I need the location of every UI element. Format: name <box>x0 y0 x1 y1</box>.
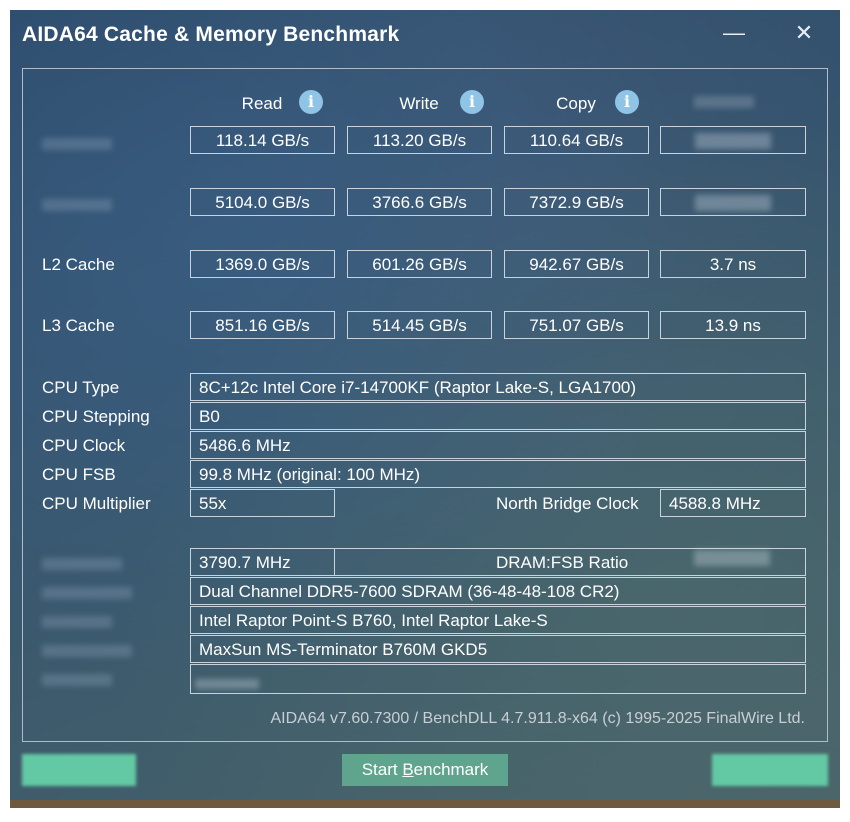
bios-value-redacted <box>190 664 806 694</box>
memory-row-label-redacted <box>42 138 112 150</box>
save-button-redacted[interactable] <box>22 754 136 786</box>
window-bottom-edge <box>10 800 840 808</box>
motherboard-value: MaxSun MS-Terminator B760M GKD5 <box>190 635 806 663</box>
memory-bus-label-redacted <box>42 558 122 570</box>
write-column-header: Write <box>399 94 439 113</box>
chipset-label-redacted <box>42 616 112 628</box>
memory-type-label-redacted <box>42 587 132 599</box>
read-info-icon[interactable]: i <box>299 90 323 114</box>
memory-copy-value: 110.64 GB/s <box>504 126 649 154</box>
write-info-icon[interactable]: i <box>460 90 484 114</box>
dram-fsb-ratio-value-redacted <box>660 548 806 576</box>
north-bridge-clock-value: 4588.8 MHz <box>660 489 806 517</box>
chipset-value: Intel Raptor Point-S B760, Intel Raptor … <box>190 606 806 634</box>
start-button-text-a: Start <box>361 760 403 779</box>
cpu-multiplier-value: 55x <box>190 489 335 517</box>
cpu-type-label: CPU Type <box>42 378 120 397</box>
l1-read-value: 5104.0 GB/s <box>190 188 335 216</box>
close-window-button[interactable]: ✕ <box>786 18 822 48</box>
north-bridge-clock-label: North Bridge Clock <box>496 494 639 513</box>
l3-cache-label: L3 Cache <box>42 316 115 335</box>
l2-read-value: 1369.0 GB/s <box>190 250 335 278</box>
cpu-fsb-value: 99.8 MHz (original: 100 MHz) <box>190 460 806 488</box>
close-button-redacted[interactable] <box>712 754 828 786</box>
cpu-clock-label: CPU Clock <box>42 436 126 455</box>
read-column-header: Read <box>241 94 283 113</box>
copy-column-header: Copy <box>556 94 596 113</box>
cpu-type-value: 8C+12c Intel Core i7-14700KF (Raptor Lak… <box>190 373 806 401</box>
cpu-fsb-label: CPU FSB <box>42 465 116 484</box>
motherboard-label-redacted <box>42 645 132 657</box>
l1-write-value: 3766.6 GB/s <box>347 188 492 216</box>
memory-write-value: 113.20 GB/s <box>347 126 492 154</box>
l1-copy-value: 7372.9 GB/s <box>504 188 649 216</box>
memory-type-value: Dual Channel DDR5-7600 SDRAM (36-48-48-1… <box>190 577 806 605</box>
window-title: AIDA64 Cache & Memory Benchmark <box>22 23 400 46</box>
l1-latency-value-redacted <box>660 188 806 216</box>
start-button-text-b: enchmark <box>413 760 489 779</box>
l2-latency-value: 3.7 ns <box>660 250 806 278</box>
start-button-accelerator: B <box>402 760 414 779</box>
benchmark-window: AIDA64 Cache & Memory Benchmark — ✕ Read… <box>10 10 840 808</box>
bios-label-redacted <box>42 674 112 686</box>
l1-row-label-redacted <box>42 199 112 211</box>
latency-column-header-redacted <box>694 96 754 108</box>
l3-latency-value: 13.9 ns <box>660 311 806 339</box>
l3-copy-value: 751.07 GB/s <box>504 311 649 339</box>
copy-info-icon[interactable]: i <box>615 90 639 114</box>
minimize-button[interactable]: — <box>716 18 752 48</box>
l3-read-value: 851.16 GB/s <box>190 311 335 339</box>
cpu-stepping-label: CPU Stepping <box>42 407 150 426</box>
version-footer: AIDA64 v7.60.7300 / BenchDLL 4.7.911.8-x… <box>270 710 805 727</box>
cpu-stepping-value: B0 <box>190 402 806 430</box>
cpu-clock-value: 5486.6 MHz <box>190 431 806 459</box>
start-benchmark-button[interactable]: Start Benchmark <box>342 754 508 786</box>
l2-write-value: 601.26 GB/s <box>347 250 492 278</box>
memory-latency-value-redacted <box>660 126 806 154</box>
memory-read-value: 118.14 GB/s <box>190 126 335 154</box>
memory-bus-value: 3790.7 MHz <box>190 548 335 576</box>
dram-fsb-ratio-label: DRAM:FSB Ratio <box>496 553 629 572</box>
l3-write-value: 514.45 GB/s <box>347 311 492 339</box>
cpu-multiplier-label: CPU Multiplier <box>42 494 151 513</box>
l2-copy-value: 942.67 GB/s <box>504 250 649 278</box>
l2-cache-label: L2 Cache <box>42 255 115 274</box>
